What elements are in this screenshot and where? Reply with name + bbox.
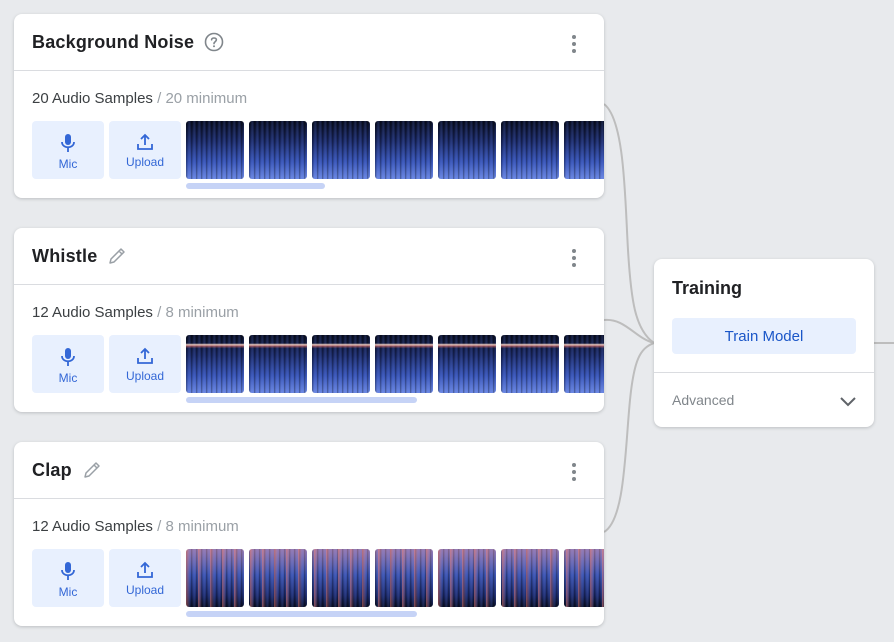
- upload-icon: [137, 561, 153, 578]
- sample-count-label: 20 Audio Samples: [32, 90, 153, 107]
- pencil-icon[interactable]: [107, 246, 127, 266]
- training-card: Training Train Model Advanced: [654, 259, 874, 427]
- class-card-clap: Clap 12 Audio Samples / 8 minimum Mic Up…: [14, 442, 604, 626]
- minimum-label: 20 minimum: [165, 90, 248, 107]
- sample-thumbnail[interactable]: [564, 549, 604, 607]
- connector-clap: [603, 342, 655, 533]
- sample-count: 12 Audio Samples / 8 minimum: [32, 304, 239, 321]
- mic-icon: [61, 562, 75, 580]
- sample-thumbnail[interactable]: [438, 549, 496, 607]
- mic-button[interactable]: Mic: [32, 335, 104, 393]
- separator: /: [157, 518, 162, 535]
- class-title: Background Noise: [32, 31, 195, 52]
- sample-thumbnail[interactable]: [564, 335, 604, 393]
- upload-label: Upload: [125, 155, 165, 169]
- class-card-background-noise: Background Noise 20 Audio Samples / 20 m…: [14, 14, 604, 198]
- sample-count-label: 12 Audio Samples: [32, 304, 153, 321]
- connector-whistle: [603, 318, 655, 344]
- mic-label: Mic: [58, 157, 78, 171]
- more-options-button[interactable]: [564, 462, 584, 482]
- class-title: Whistle: [32, 245, 98, 266]
- upload-button[interactable]: Upload: [109, 335, 181, 393]
- mic-label: Mic: [58, 585, 78, 599]
- samples-scrollbar[interactable]: [186, 611, 417, 617]
- upload-icon: [137, 347, 153, 364]
- more-options-button[interactable]: [564, 248, 584, 268]
- connector-background-noise: [603, 103, 655, 344]
- sample-thumbnail[interactable]: [501, 549, 559, 607]
- sample-thumbnail[interactable]: [249, 549, 307, 607]
- upload-icon: [137, 133, 153, 150]
- class-title: Clap: [32, 459, 72, 480]
- minimum-label: 8 minimum: [165, 518, 239, 535]
- sample-thumbnail[interactable]: [249, 335, 307, 393]
- sample-thumbnail[interactable]: [501, 335, 559, 393]
- sample-thumbnail[interactable]: [312, 335, 370, 393]
- sample-thumbnail[interactable]: [375, 549, 433, 607]
- sample-thumbnail[interactable]: [501, 121, 559, 179]
- help-circle-icon[interactable]: [204, 32, 224, 52]
- sample-thumbnail[interactable]: [438, 335, 496, 393]
- sample-count: 12 Audio Samples / 8 minimum: [32, 518, 239, 535]
- upload-label: Upload: [125, 369, 165, 383]
- mic-button[interactable]: Mic: [32, 121, 104, 179]
- mic-button[interactable]: Mic: [32, 549, 104, 607]
- upload-button[interactable]: Upload: [109, 121, 181, 179]
- sample-thumbnails: [186, 549, 604, 607]
- upload-label: Upload: [125, 583, 165, 597]
- sample-thumbnail[interactable]: [312, 121, 370, 179]
- minimum-label: 8 minimum: [165, 304, 239, 321]
- more-options-button[interactable]: [564, 34, 584, 54]
- class-card-header: Background Noise: [14, 14, 604, 71]
- class-card-header: Clap: [14, 442, 604, 499]
- sample-thumbnail[interactable]: [312, 549, 370, 607]
- class-card-header: Whistle: [14, 228, 604, 285]
- train-model-button[interactable]: Train Model: [672, 318, 856, 354]
- sample-thumbnail[interactable]: [564, 121, 604, 179]
- pencil-icon[interactable]: [82, 460, 102, 480]
- separator: /: [157, 90, 162, 107]
- sample-thumbnail[interactable]: [375, 121, 433, 179]
- samples-scrollbar[interactable]: [186, 183, 325, 189]
- sample-thumbnail[interactable]: [186, 121, 244, 179]
- sample-thumbnail[interactable]: [438, 121, 496, 179]
- chevron-down-icon: [840, 397, 856, 407]
- sample-thumbnail[interactable]: [375, 335, 433, 393]
- mic-icon: [61, 134, 75, 152]
- upload-button[interactable]: Upload: [109, 549, 181, 607]
- mic-icon: [61, 348, 75, 366]
- advanced-toggle[interactable]: Advanced: [654, 373, 874, 427]
- sample-count: 20 Audio Samples / 20 minimum: [32, 90, 247, 107]
- advanced-label: Advanced: [672, 392, 735, 408]
- sample-count-label: 12 Audio Samples: [32, 518, 153, 535]
- sample-thumbnails: [186, 121, 604, 179]
- sample-thumbnail[interactable]: [249, 121, 307, 179]
- samples-scrollbar[interactable]: [186, 397, 417, 403]
- class-card-whistle: Whistle 12 Audio Samples / 8 minimum Mic…: [14, 228, 604, 412]
- training-title: Training: [672, 278, 743, 298]
- sample-thumbnails: [186, 335, 604, 393]
- mic-label: Mic: [58, 371, 78, 385]
- separator: /: [157, 304, 162, 321]
- sample-thumbnail[interactable]: [186, 335, 244, 393]
- sample-thumbnail[interactable]: [186, 549, 244, 607]
